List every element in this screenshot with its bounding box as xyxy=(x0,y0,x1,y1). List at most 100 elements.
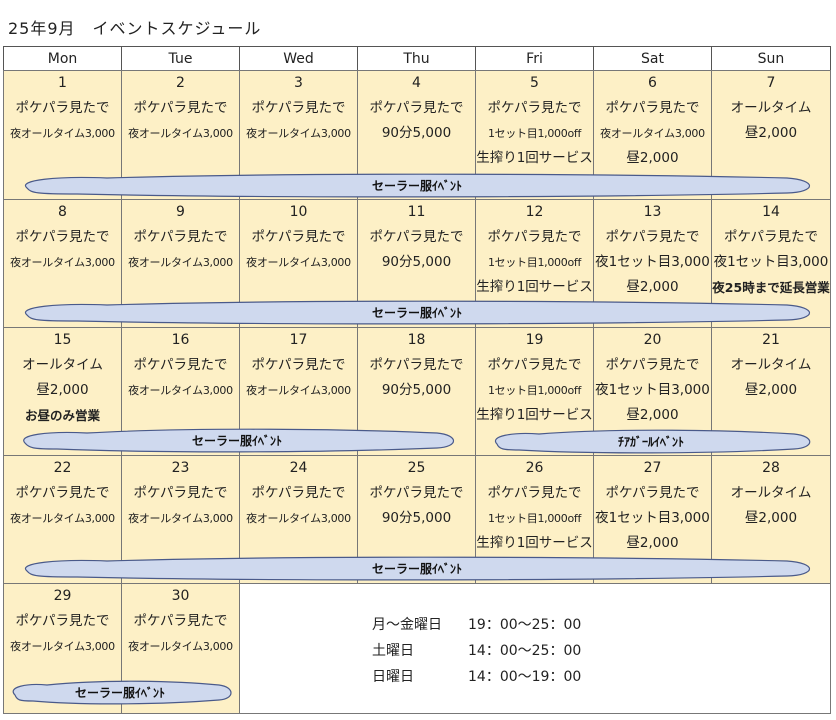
cheer-event-label: ﾁｱｶﾞｰﾙｲﾍﾞﾝﾄ xyxy=(617,434,684,449)
day-detail: 夜オールタイム3,000 xyxy=(10,640,115,653)
day-detail: 夜オールタイム3,000 xyxy=(128,640,233,653)
hours-row-weekday: 月～金曜日 19：00～25：00 xyxy=(372,612,581,638)
day-number: 1 xyxy=(58,75,67,91)
weekday-header-wed: Wed xyxy=(239,46,358,71)
day-detail: ポケパラ見たで xyxy=(15,229,110,245)
day-number: 19 xyxy=(525,332,544,348)
day-detail: 90分5,000 xyxy=(381,382,452,398)
day-number: 21 xyxy=(762,332,780,348)
day-detail: 夜オールタイム3,000 xyxy=(10,127,115,140)
day-detail: 夜オールタイム3,000 xyxy=(246,256,351,269)
day-number: 18 xyxy=(407,332,426,348)
day-detail: 昼2,000 xyxy=(36,382,89,398)
day-detail: 生搾り1回サービス xyxy=(476,150,593,166)
day-detail: ポケパラ見たで xyxy=(369,485,464,501)
day-detail: ポケパラ見たで xyxy=(133,613,228,629)
day-number: 5 xyxy=(530,75,539,91)
weekday-header-thu: Thu xyxy=(357,46,476,71)
day-detail: ポケパラ見たで xyxy=(251,229,346,245)
day-detail: 夜オールタイム3,000 xyxy=(10,256,115,269)
day-number: 22 xyxy=(53,460,72,476)
day-detail: 90分5,000 xyxy=(381,510,452,526)
day-detail: オールタイム xyxy=(730,485,812,501)
day-detail: 夜オールタイム3,000 xyxy=(128,384,233,397)
sailor-event-banner-week5: セーラー服ｲﾍﾞﾝﾄ xyxy=(7,680,233,705)
day-number: 14 xyxy=(762,204,780,220)
day-detail: ポケパラ見たで xyxy=(487,100,582,116)
day-detail: ポケパラ見たで xyxy=(133,100,228,116)
day-number: 30 xyxy=(171,588,190,604)
day-number: 2 xyxy=(176,75,185,91)
day-detail: ポケパラ見たで xyxy=(605,100,700,116)
day-detail: ポケパラ見たで xyxy=(605,485,700,501)
day-detail: 夜1セット目3,000 xyxy=(595,254,710,270)
day-detail: 1セット目1,000off xyxy=(487,384,582,397)
day-detail: オールタイム xyxy=(22,357,103,373)
hours-time: 14：00～25：00 xyxy=(468,643,582,659)
hours-time: 14：00～19：00 xyxy=(468,669,582,685)
hours-row-sunday: 日曜日 14：00～19：00 xyxy=(372,664,581,690)
day-detail: ポケパラ見たで xyxy=(487,485,582,501)
day-detail: ポケパラ見たで xyxy=(15,485,110,501)
day-number: 12 xyxy=(525,204,544,220)
sailor-event-banner-week1: セーラー服ｲﾍﾞﾝﾄ xyxy=(17,173,817,198)
hours-day: 土曜日 xyxy=(372,643,414,659)
day-detail: 夜1セット目3,000 xyxy=(595,382,710,398)
day-detail: 夜オールタイム3,000 xyxy=(600,127,705,140)
day-detail: ポケパラ見たで xyxy=(487,229,582,245)
hours-day: 日曜日 xyxy=(372,669,414,685)
hours-time: 19：00～25：00 xyxy=(468,617,582,633)
day-number: 7 xyxy=(766,75,776,91)
day-detail: ポケパラ見たで xyxy=(605,357,700,373)
day-detail: 昼2,000 xyxy=(744,382,798,398)
day-detail: 1セット目1,000off xyxy=(487,512,582,525)
day-detail: 1セット目1,000off xyxy=(487,127,582,140)
day-detail: 1セット目1,000off xyxy=(487,256,582,269)
day-number: 23 xyxy=(171,460,190,476)
day-detail: ポケパラ見たで xyxy=(15,100,110,116)
day-detail: 生搾り1回サービス xyxy=(476,407,593,423)
day-detail: 夜オールタイム3,000 xyxy=(10,512,115,525)
day-number: 11 xyxy=(407,204,426,220)
cheer-event-banner-week3: ﾁｱｶﾞｰﾙｲﾍﾞﾝﾄ xyxy=(489,429,813,454)
day-detail: 昼2,000 xyxy=(626,279,679,295)
day-detail: 生搾り1回サービス xyxy=(476,279,593,295)
day-detail: オールタイム xyxy=(730,100,812,116)
day-number: 15 xyxy=(53,332,72,348)
day-detail: ポケパラ見たで xyxy=(251,357,346,373)
day-number: 6 xyxy=(648,75,657,91)
day-detail: ポケパラ見たで xyxy=(369,229,464,245)
day-detail: 昼2,000 xyxy=(744,510,798,526)
day-detail: 90分5,000 xyxy=(381,254,452,270)
day-number: 25 xyxy=(407,460,426,476)
day-number: 9 xyxy=(176,204,185,220)
day-detail: ポケパラ見たで xyxy=(369,357,464,373)
day-number: 8 xyxy=(58,204,67,220)
day-detail: 夜オールタイム3,000 xyxy=(128,256,233,269)
sailor-event-banner-week4: セーラー服ｲﾍﾞﾝﾄ xyxy=(17,556,817,581)
day-detail: お昼のみ営業 xyxy=(24,408,100,423)
sailor-event-label: セーラー服ｲﾍﾞﾝﾄ xyxy=(371,561,462,576)
day-detail: 夜1セット目3,000 xyxy=(595,510,710,526)
hours-row-saturday: 土曜日 14：00～25：00 xyxy=(372,638,581,664)
day-detail: 夜1セット目3,000 xyxy=(713,254,829,270)
day-number: 20 xyxy=(643,332,662,348)
weekday-header-mon: Mon xyxy=(3,46,122,71)
weekday-header-tue: Tue xyxy=(121,46,240,71)
sailor-event-label: セーラー服ｲﾍﾞﾝﾄ xyxy=(191,433,282,448)
sailor-event-label: セーラー服ｲﾍﾞﾝﾄ xyxy=(371,305,462,320)
sailor-event-label: セーラー服ｲﾍﾞﾝﾄ xyxy=(74,685,165,700)
day-detail: 夜オールタイム3,000 xyxy=(128,512,233,525)
day-detail: 生搾り1回サービス xyxy=(476,535,593,551)
day-number: 28 xyxy=(762,460,780,476)
business-hours: 月～金曜日 19：00～25：00 土曜日 14：00～25：00 日曜日 14：00… xyxy=(372,612,581,690)
day-detail: 夜オールタイム3,000 xyxy=(246,127,351,140)
day-detail: ポケパラ見たで xyxy=(605,229,700,245)
day-detail: 夜25時まで延長営業 xyxy=(712,280,830,295)
day-detail: 昼2,000 xyxy=(626,407,679,423)
day-number: 29 xyxy=(53,588,72,604)
day-number: 3 xyxy=(294,75,303,91)
day-detail: ポケパラ見たで xyxy=(15,613,110,629)
day-number: 17 xyxy=(289,332,308,348)
page-title: 25年9月 イベントスケジュール xyxy=(8,19,262,38)
